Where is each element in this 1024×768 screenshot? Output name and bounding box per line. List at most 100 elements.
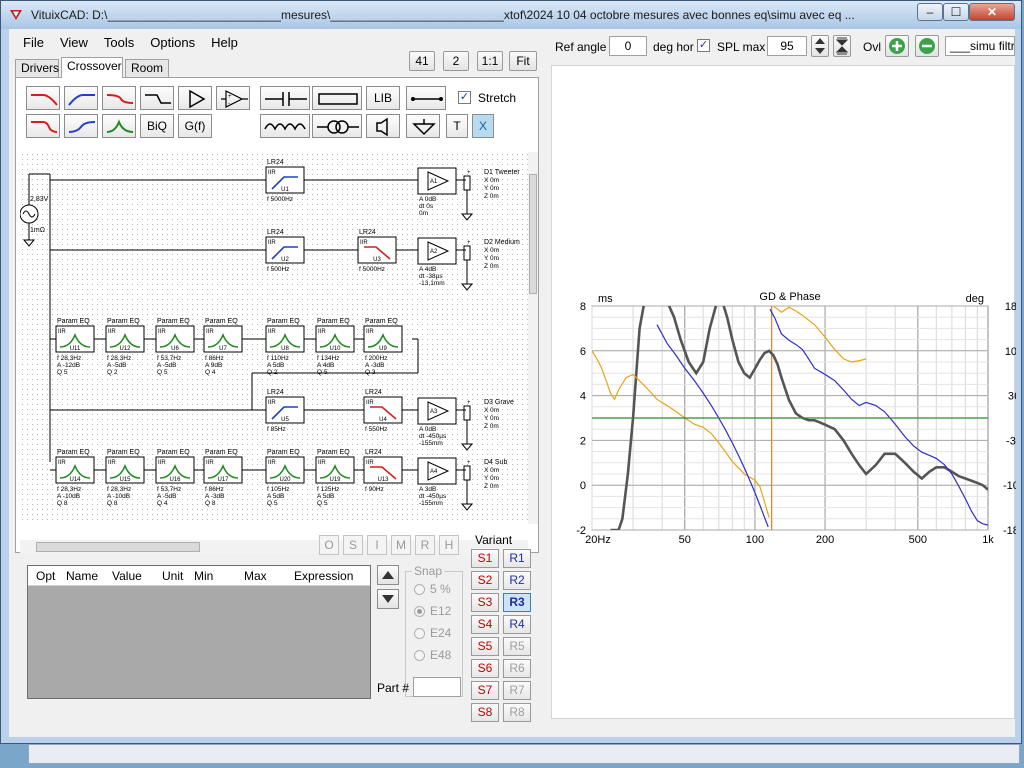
variant-s8[interactable]: S8 [471,703,499,722]
filter-block-param: Q 5 [57,369,68,376]
mini-button-h[interactable]: H [439,535,459,555]
delete-tool[interactable]: X [472,114,494,138]
hscroll-thumb[interactable] [36,542,200,552]
filter-block-param: f 110Hz [267,355,289,362]
snap-radio-e12[interactable] [414,606,425,617]
close-button[interactable]: ✕ [969,3,1015,21]
filter-block-U7: Param EQ IIR U7 f 86HzA 9dBQ 4 [203,318,243,376]
filter-block-param: Q 4 [157,500,168,507]
parameter-table[interactable]: Opt Name Value Unit Min Max Expression [27,565,371,699]
schematic-vertical-scrollbar[interactable] [528,152,538,524]
variant-r8[interactable]: R8 [503,703,531,722]
variant-s5[interactable]: S5 [471,637,499,656]
capacitor-tool[interactable] [260,86,310,110]
variant-r1[interactable]: R1 [503,549,531,568]
driver-tool[interactable] [366,114,400,138]
filter-block-param: f 28,3Hz [57,486,81,493]
filter-block-param: A 5dB [267,362,284,369]
minimize-button[interactable]: – [917,3,943,21]
zoom-1to1-button[interactable]: 1:1 [477,51,503,71]
filter-block-param: Q 5 [157,369,168,376]
mini-button-o[interactable]: O [319,535,339,555]
overlay-name-input[interactable]: ___simu filtre [945,36,1015,56]
library-button[interactable]: LIB [366,86,400,110]
filter-block-title: Param EQ [57,318,90,325]
y-right-tick-label: 108 [1005,346,1016,358]
schematic-canvas[interactable]: 2,83V 1mΩ LR24 IIR U1 f 5000Hz A1 A 0dB dt 0s 0m +… [20,152,528,524]
variant-r2[interactable]: R2 [503,571,531,590]
variant-s6[interactable]: S6 [471,659,499,678]
variant-r5[interactable]: R5 [503,637,531,656]
filter-block-id: U3 [373,257,381,263]
menu-view[interactable]: View [52,35,96,50]
snap-radio-e48[interactable] [414,650,425,661]
spl-fit-button[interactable] [833,35,851,57]
transfer-function-button[interactable]: G(f) [178,114,212,138]
biquad-button[interactable]: BiQ [140,114,174,138]
peq-tool[interactable] [102,114,136,138]
move-up-button[interactable] [377,565,399,585]
filter-block-id: U16 [169,477,181,483]
variant-r7[interactable]: R7 [503,681,531,700]
highpass-blue-tool[interactable] [64,86,98,110]
stretch-checkbox[interactable]: ✓ [458,91,471,104]
snap-radio-e24[interactable] [414,628,425,639]
filter-block-param: f 5000Hz [267,196,293,203]
ground-icon [460,503,474,511]
overlay-add-button[interactable] [885,35,909,57]
inductor-tool[interactable] [260,114,310,138]
menu-options[interactable]: Options [142,35,203,50]
menu-file[interactable]: File [15,35,52,50]
resistor-tool[interactable] [312,86,362,110]
mini-button-r[interactable]: R [415,535,435,555]
shelf-red-tool[interactable] [102,86,136,110]
spl-max-input[interactable]: 95 [767,36,807,56]
vscroll-thumb[interactable] [529,174,537,294]
variant-s1[interactable]: S1 [471,549,499,568]
filter-block-param: f 28,3Hz [57,355,81,362]
lowpass-red-tool[interactable] [26,86,60,110]
ground-tool[interactable] [406,114,440,138]
variant-r6[interactable]: R6 [503,659,531,678]
wire-tool[interactable] [406,86,446,110]
buffer-tool[interactable] [178,86,212,110]
filter-block-id: U9 [379,346,387,352]
filter-block-title: Param EQ [317,449,350,456]
lowpass-step-tool[interactable] [26,114,60,138]
ref-angle-input[interactable]: 0 [609,36,647,56]
filter-block-param: f 550Hz [365,426,387,433]
tab-room[interactable]: Room [125,59,169,77]
mini-button-i[interactable]: I [367,535,387,555]
filter-block-U16: Param EQ IIR U16 f 53,7HzA -5dBQ 4 [155,449,195,507]
variant-s2[interactable]: S2 [471,571,499,590]
transformer-tool[interactable] [312,114,362,138]
filter-block-param: f 86Hz [205,486,224,493]
opamp-tool[interactable]: + - [216,86,250,110]
snap-radio-5pct[interactable] [414,584,425,595]
mini-button-m[interactable]: M [391,535,411,555]
attenuator-tool[interactable] [140,86,174,110]
variant-r4[interactable]: R4 [503,615,531,634]
menu-help[interactable]: Help [203,35,246,50]
mini-button-s[interactable]: S [343,535,363,555]
variant-s7[interactable]: S7 [471,681,499,700]
maximize-button[interactable]: ☐ [943,3,969,21]
amplifier-param: dt -38µs [419,273,443,280]
text-tool[interactable]: T [446,114,468,138]
driver-coord: Y 0m [484,475,499,482]
tab-drivers[interactable]: Drivers [15,59,59,77]
variant-s4[interactable]: S4 [471,615,499,634]
overlay-remove-button[interactable] [915,35,939,57]
move-down-button[interactable] [377,589,399,609]
zoom-fit-button[interactable]: Fit [509,51,537,71]
highpass-step-tool[interactable] [64,114,98,138]
menu-tools[interactable]: Tools [96,35,142,50]
spl-max-checkbox[interactable]: ✓ [697,39,710,52]
ovl-label: Ovl [863,40,881,54]
part-number-input[interactable] [413,677,461,697]
tab-crossover[interactable]: Crossover [61,57,123,78]
spl-spin-button[interactable] [811,35,829,57]
variant-s3[interactable]: S3 [471,593,499,612]
gd-phase-chart[interactable]: GD & Phase ms deg 20Hz 50 100 200 500 1k -2 0 2 4 6 8 -… [552,66,1024,720]
variant-r3[interactable]: R3 [503,593,531,612]
